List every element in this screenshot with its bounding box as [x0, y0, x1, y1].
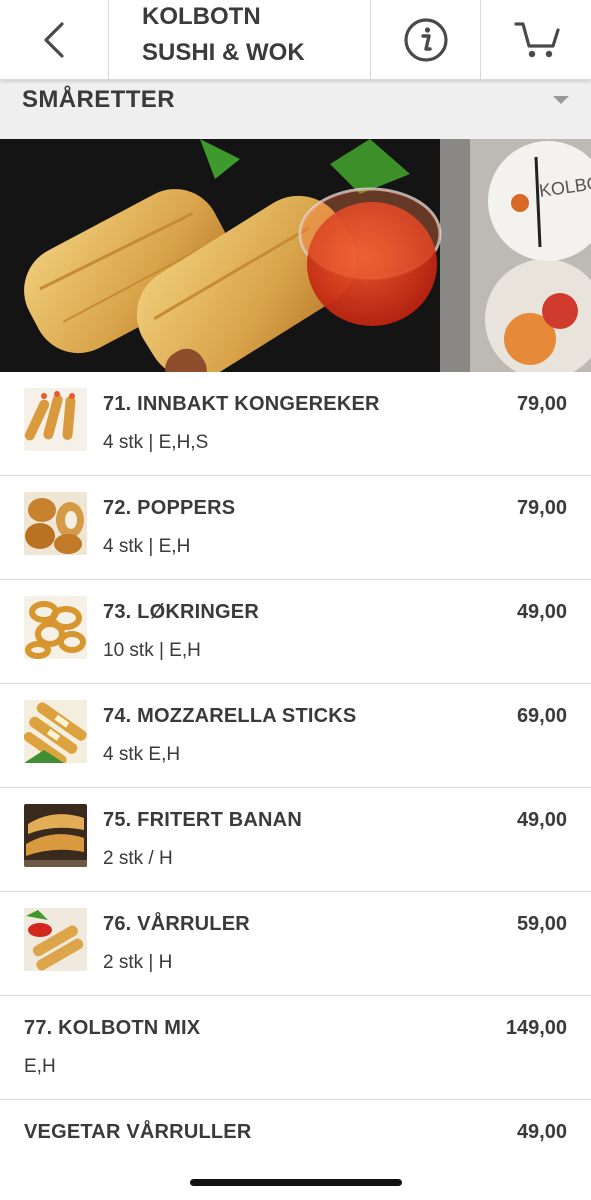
title-line-2: SUSHI & WOK — [142, 38, 305, 66]
item-description: 10 stk | E,H — [103, 640, 201, 661]
item-price: 79,00 — [516, 497, 567, 519]
item-description: 4 stk E,H — [103, 744, 181, 765]
chevron-left-icon — [44, 21, 64, 58]
item-name: 71. INNBAKT KONGEREKER — [103, 393, 380, 415]
category-hero-image: KOLBOTN — [0, 139, 591, 372]
app-header: KOLBOTN SUSHI & WOK — [0, 0, 591, 80]
menu-item[interactable]: 73. LØKRINGER 10 stk | E,H 49,00 — [0, 580, 591, 684]
item-price: 49,00 — [516, 601, 567, 623]
cart-icon — [513, 21, 560, 57]
menu-item[interactable]: 72. POPPERS 4 stk | E,H 79,00 — [0, 476, 591, 580]
item-thumbnail — [24, 700, 87, 763]
item-name: 73. LØKRINGER — [103, 601, 259, 623]
menu-item[interactable]: 75. FRITERT BANAN 2 stk / H 49,00 — [0, 788, 591, 892]
category-dropdown[interactable]: SMÅRETTER — [0, 80, 591, 139]
item-thumbnail — [24, 492, 87, 555]
menu-item[interactable]: 77. KOLBOTN MIX E,H 149,00 — [0, 996, 591, 1100]
item-name: 76. VÅRRULER — [103, 913, 250, 935]
home-indicator[interactable] — [190, 1179, 402, 1186]
item-price: 79,00 — [516, 393, 567, 415]
item-description: 2 stk / H — [103, 848, 173, 869]
item-thumbnail — [24, 804, 87, 867]
menu-item-list: 71. INNBAKT KONGEREKER 4 stk | E,H,S 79,… — [0, 372, 591, 1200]
menu-item[interactable]: 74. MOZZARELLA STICKS 4 stk E,H 69,00 — [0, 684, 591, 788]
item-description: E,H — [24, 1056, 56, 1077]
item-name: 75. FRITERT BANAN — [103, 809, 302, 831]
item-price: 59,00 — [516, 913, 567, 935]
item-name: 72. POPPERS — [103, 497, 236, 519]
item-description: 4 stk | E,H — [103, 536, 191, 557]
item-name: 77. KOLBOTN MIX — [24, 1017, 201, 1039]
item-thumbnail — [24, 596, 87, 659]
item-thumbnail — [24, 388, 87, 451]
item-name: 74. MOZZARELLA STICKS — [103, 705, 357, 727]
restaurant-title: KOLBOTN SUSHI & WOK — [110, 0, 371, 79]
back-button[interactable] — [0, 0, 109, 79]
item-description: 4 stk | E,H,S — [103, 432, 209, 453]
item-price: 149,00 — [505, 1017, 567, 1039]
item-description: 2 stk | H — [103, 952, 173, 973]
cart-button[interactable] — [482, 0, 591, 79]
caret-down-icon — [553, 96, 569, 104]
item-name: VEGETAR VÅRRULLER — [24, 1121, 252, 1143]
info-button[interactable] — [372, 0, 481, 79]
info-circle-icon — [404, 17, 448, 62]
item-price: 69,00 — [516, 705, 567, 727]
menu-item[interactable]: 76. VÅRRULER 2 stk | H 59,00 — [0, 892, 591, 996]
menu-item[interactable]: 71. INNBAKT KONGEREKER 4 stk | E,H,S 79,… — [0, 372, 591, 476]
item-price: 49,00 — [516, 1121, 567, 1143]
category-label: SMÅRETTER — [22, 86, 175, 113]
item-thumbnail — [24, 908, 87, 971]
item-price: 49,00 — [516, 809, 567, 831]
title-line-1: KOLBOTN — [142, 2, 261, 30]
